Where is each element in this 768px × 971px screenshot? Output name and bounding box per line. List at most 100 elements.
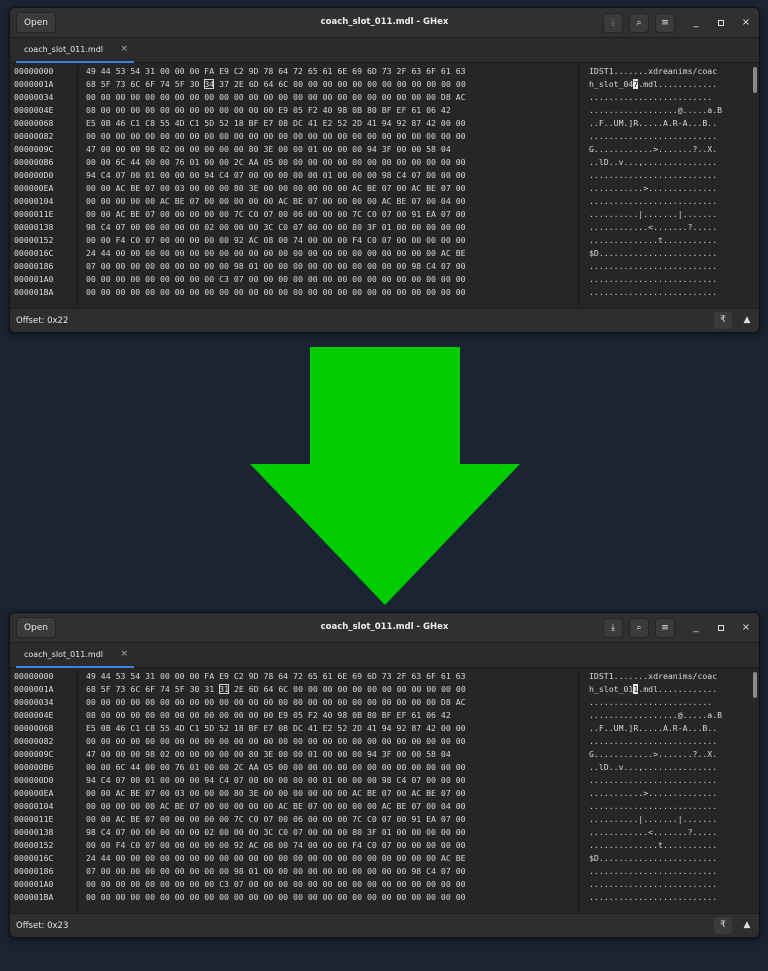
hex-row[interactable]: 00 00 00 00 00 AC BE 07 00 00 00 00 00 A…: [86, 195, 466, 208]
find-button[interactable]: ⌕: [629, 13, 649, 33]
ascii-row[interactable]: G............>.......?..X.: [589, 748, 722, 761]
ascii-row[interactable]: ...........>..............: [589, 182, 722, 195]
hex-row[interactable]: 47 00 00 00 98 02 00 00 00 00 00 80 3E 0…: [86, 748, 466, 761]
ascii-row[interactable]: ..............t...........: [589, 234, 722, 247]
ascii-row[interactable]: $D........................: [589, 852, 722, 865]
hex-row[interactable]: 68 5F 73 6C 6F 74 5F 30 31 31 2E 6D 64 6…: [86, 683, 466, 696]
tab-file[interactable]: coach_slot_011.mdl ×: [16, 643, 134, 668]
hex-row[interactable]: 00 00 00 00 00 00 00 00 00 C3 07 00 00 0…: [86, 878, 466, 891]
hex-row[interactable]: 00 00 AC BE 07 00 00 00 00 00 7C C0 07 0…: [86, 208, 466, 221]
hex-row[interactable]: 07 00 00 00 00 00 00 00 00 00 98 01 00 0…: [86, 260, 466, 273]
ascii-row[interactable]: ..........................: [589, 735, 722, 748]
ascii-row[interactable]: .........................: [589, 696, 722, 709]
ascii-row[interactable]: ..lD..v...,...............: [589, 156, 722, 169]
ascii-column[interactable]: IDST1.......xdreanims/coac h_slot_011.mdl…: [589, 670, 722, 904]
save-button[interactable]: ⤓: [603, 618, 623, 638]
hex-row[interactable]: 08 00 00 00 00 00 00 00 00 00 00 00 00 E…: [86, 709, 466, 722]
scrollbar[interactable]: [753, 672, 757, 698]
ascii-row[interactable]: ..........................: [589, 273, 722, 286]
hex-row[interactable]: 00 00 00 00 00 00 00 00 00 00 00 00 00 0…: [86, 130, 466, 143]
hex-cursor[interactable]: 31: [219, 684, 230, 694]
hex-row[interactable]: 00 00 00 00 00 00 00 00 00 C3 07 00 00 0…: [86, 273, 466, 286]
ascii-row[interactable]: h_slot_011.mdl............: [589, 683, 722, 696]
ascii-row[interactable]: $D........................: [589, 247, 722, 260]
hex-row[interactable]: 49 44 53 54 31 00 00 00 FA E9 C2 9D 78 6…: [86, 670, 466, 683]
hex-row[interactable]: 00 00 6C 44 00 00 76 01 00 00 2C AA 05 0…: [86, 156, 466, 169]
maximize-button[interactable]: [714, 621, 728, 635]
ascii-row[interactable]: IDST1.......xdreanims/coac: [589, 65, 722, 78]
ascii-row[interactable]: ..F..UM.]R.....A.R-A...B..: [589, 117, 722, 130]
hex-row[interactable]: 49 44 53 54 31 00 00 00 FA E9 C2 9D 78 6…: [86, 65, 466, 78]
ascii-row[interactable]: ..lD..v...,...............: [589, 761, 722, 774]
up-button[interactable]: ▲: [738, 917, 756, 934]
menu-button[interactable]: ≡: [655, 13, 675, 33]
menu-button[interactable]: ≡: [655, 618, 675, 638]
ascii-row[interactable]: ..........|.......|.......: [589, 813, 722, 826]
hex-row[interactable]: 24 44 00 00 00 00 00 00 00 00 00 00 00 0…: [86, 852, 466, 865]
ascii-row[interactable]: ..........|.......|.......: [589, 208, 722, 221]
tab-close-icon[interactable]: ×: [120, 649, 128, 659]
maximize-button[interactable]: [714, 16, 728, 30]
hex-cursor[interactable]: 34: [204, 79, 215, 89]
hex-row[interactable]: 94 C4 07 00 01 00 00 00 94 C4 07 00 00 0…: [86, 774, 466, 787]
ascii-row[interactable]: ..F..UM.]R.....A.R-A...B..: [589, 722, 722, 735]
find-button[interactable]: ⌕: [629, 618, 649, 638]
ascii-column[interactable]: IDST1.......xdreanims/coac h_slot_047.mdl…: [589, 65, 722, 299]
ascii-row[interactable]: G............>.......?..X.: [589, 143, 722, 156]
hex-row[interactable]: 98 C4 07 00 00 00 00 00 02 00 00 00 3C C…: [86, 221, 466, 234]
ascii-row[interactable]: ..........................: [589, 169, 722, 182]
ascii-pane[interactable]: IDST1.......xdreanims/coac h_slot_047.mdl…: [578, 63, 759, 309]
hex-row[interactable]: E5 0B 46 C1 C8 55 4D C1 5D 52 18 BF E7 0…: [86, 117, 466, 130]
ascii-row[interactable]: ............<.......?.....: [589, 221, 722, 234]
ascii-row[interactable]: ...........>..............: [589, 787, 722, 800]
ascii-row[interactable]: ..........................: [589, 865, 722, 878]
ascii-row[interactable]: ..........................: [589, 195, 722, 208]
encoding-button[interactable]: ₹: [714, 312, 732, 329]
minimize-button[interactable]: _: [689, 16, 703, 30]
hex-column[interactable]: 49 44 53 54 31 00 00 00 FA E9 C2 9D 78 6…: [86, 65, 466, 299]
ascii-row[interactable]: ..................@.....a.B: [589, 709, 722, 722]
ascii-row[interactable]: ..........................: [589, 286, 722, 299]
hex-editor-area[interactable]: 00000000 0000001A 00000034 0000004E 00000068…: [10, 63, 759, 309]
hex-pane[interactable]: 00000000 0000001A 00000034 0000004E 00000068…: [10, 668, 578, 914]
ascii-cursor[interactable]: 1: [633, 684, 639, 694]
close-button[interactable]: ×: [739, 621, 753, 635]
ascii-row[interactable]: h_slot_047.mdl............: [589, 78, 722, 91]
ascii-pane[interactable]: IDST1.......xdreanims/coac h_slot_011.mdl…: [578, 668, 759, 914]
hex-row[interactable]: 00 00 AC BE 07 00 03 00 00 00 80 3E 00 0…: [86, 787, 466, 800]
up-button[interactable]: ▲: [738, 312, 756, 329]
ascii-row[interactable]: ..........................: [589, 878, 722, 891]
hex-row[interactable]: 00 00 AC BE 07 00 00 00 00 00 7C C0 07 0…: [86, 813, 466, 826]
tab-file[interactable]: coach_slot_011.mdl ×: [16, 38, 134, 63]
hex-row[interactable]: 00 00 F4 C0 07 00 00 00 00 00 92 AC 08 0…: [86, 234, 466, 247]
hex-row[interactable]: 68 5F 73 6C 6F 74 5F 30 34 37 2E 6D 64 6…: [86, 78, 466, 91]
hex-row[interactable]: 47 00 00 00 98 02 00 00 00 00 00 80 3E 0…: [86, 143, 466, 156]
hex-row[interactable]: 00 00 00 00 00 00 00 00 00 00 00 00 00 0…: [86, 735, 466, 748]
hex-row[interactable]: 00 00 6C 44 00 00 76 01 00 00 2C AA 05 0…: [86, 761, 466, 774]
hex-editor-area[interactable]: 00000000 0000001A 00000034 0000004E 00000068…: [10, 668, 759, 914]
hex-row[interactable]: 00 00 00 00 00 00 00 00 00 00 00 00 00 0…: [86, 891, 466, 904]
hex-row[interactable]: 00 00 00 00 00 00 00 00 00 00 00 00 00 0…: [86, 286, 466, 299]
hex-row[interactable]: 94 C4 07 00 01 00 00 00 94 C4 07 00 00 0…: [86, 169, 466, 182]
hex-row[interactable]: 00 00 F4 C0 07 00 00 00 00 00 92 AC 08 0…: [86, 839, 466, 852]
hex-pane[interactable]: 00000000 0000001A 00000034 0000004E 00000068…: [10, 63, 578, 309]
hex-row[interactable]: 00 00 00 00 00 00 00 00 00 00 00 00 00 0…: [86, 696, 466, 709]
scrollbar[interactable]: [753, 67, 757, 93]
encoding-button[interactable]: ₹: [714, 917, 732, 934]
ascii-row[interactable]: ..............t...........: [589, 839, 722, 852]
ascii-row[interactable]: ..........................: [589, 800, 722, 813]
ascii-row[interactable]: ..........................: [589, 260, 722, 273]
ascii-row[interactable]: IDST1.......xdreanims/coac: [589, 670, 722, 683]
ascii-row[interactable]: ..................@.....a.B: [589, 104, 722, 117]
ascii-row[interactable]: ............<.......?.....: [589, 826, 722, 839]
hex-row[interactable]: 00 00 00 00 00 AC BE 07 00 00 00 00 00 A…: [86, 800, 466, 813]
hex-column[interactable]: 49 44 53 54 31 00 00 00 FA E9 C2 9D 78 6…: [86, 670, 466, 904]
ascii-row[interactable]: .........................: [589, 91, 722, 104]
tab-close-icon[interactable]: ×: [120, 44, 128, 54]
ascii-cursor[interactable]: 7: [633, 79, 639, 89]
hex-row[interactable]: 00 00 AC BE 07 00 03 00 00 00 80 3E 00 0…: [86, 182, 466, 195]
minimize-button[interactable]: _: [689, 621, 703, 635]
ascii-row[interactable]: ..........................: [589, 891, 722, 904]
save-button[interactable]: ⤓: [603, 13, 623, 33]
close-button[interactable]: ×: [739, 16, 753, 30]
